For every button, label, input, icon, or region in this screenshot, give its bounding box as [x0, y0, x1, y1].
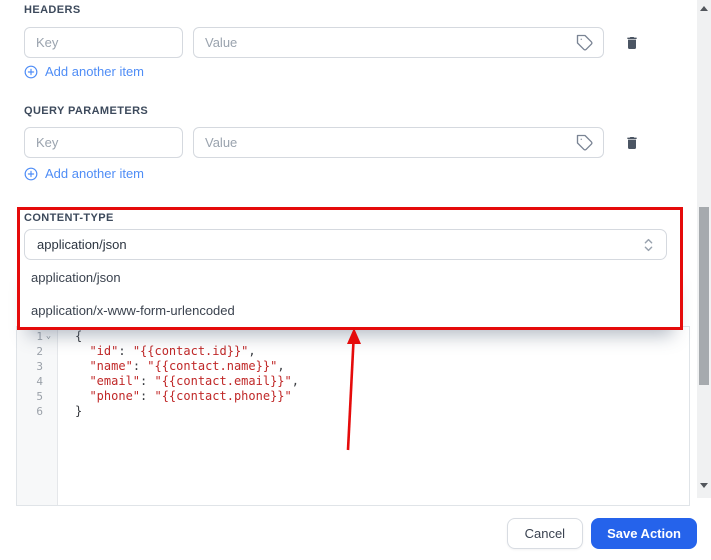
code-line: 4 "email": "{{contact.email}}",	[17, 374, 689, 389]
chevron-up-down-icon	[644, 238, 653, 251]
code-line: 6 }	[17, 404, 689, 419]
headers-row	[24, 27, 641, 58]
option-label: application/x-www-form-urlencoded	[31, 303, 235, 318]
query-value-input[interactable]	[193, 127, 604, 158]
query-params-row	[24, 127, 641, 158]
tag-icon[interactable]	[575, 33, 594, 52]
content-type-dropdown: application/json application/x-www-form-…	[20, 261, 681, 327]
query-key-input[interactable]	[24, 127, 183, 158]
dropdown-option-urlencoded[interactable]: application/x-www-form-urlencoded	[20, 294, 681, 327]
trash-icon[interactable]	[623, 133, 641, 153]
query-value-wrap	[193, 127, 604, 158]
dropdown-option-json[interactable]: application/json	[20, 261, 681, 294]
code-line: 2 "id": "{{contact.id}}",	[17, 344, 689, 359]
content-type-selected-value: application/json	[37, 237, 127, 252]
code-line: 5 "phone": "{{contact.phone}}"	[17, 389, 689, 404]
code-line: 1 ⌄ {	[17, 329, 689, 344]
line-number: 5	[36, 390, 43, 403]
line-number: 1	[36, 330, 43, 343]
caret-down-icon[interactable]: ⌄	[43, 329, 54, 344]
code-line: 3 "name": "{{contact.name}}",	[17, 359, 689, 374]
body-code-editor[interactable]: 1 ⌄ { 2 "id": "{{contact.id}}", 3 "name":…	[16, 326, 690, 506]
query-params-section-label: QUERY PARAMETERS	[24, 105, 149, 117]
headers-section-label: HEADERS	[24, 4, 81, 16]
scrollbar-thumb[interactable]	[699, 207, 709, 385]
line-number: 4	[36, 375, 43, 388]
line-number: 3	[36, 360, 43, 373]
line-number: 2	[36, 345, 43, 358]
plus-circle-icon	[24, 167, 38, 180]
trash-icon[interactable]	[623, 33, 641, 53]
editor-lines: 1 ⌄ { 2 "id": "{{contact.id}}", 3 "name":…	[17, 327, 689, 419]
headers-add-item-link[interactable]: Add another item	[24, 64, 144, 79]
add-item-label: Add another item	[45, 166, 145, 181]
query-add-item-link[interactable]: Add another item	[24, 166, 144, 181]
triangle-up-icon[interactable]	[700, 6, 708, 11]
plus-circle-icon	[24, 65, 38, 78]
headers-value-wrap	[193, 27, 604, 58]
headers-key-input[interactable]	[24, 27, 183, 58]
line-number: 6	[36, 405, 43, 418]
footer-actions: Cancel Save Action	[506, 518, 697, 549]
vertical-scrollbar[interactable]	[697, 0, 711, 498]
cancel-button[interactable]: Cancel	[506, 518, 584, 549]
headers-value-input[interactable]	[193, 27, 604, 58]
add-item-label: Add another item	[45, 64, 145, 79]
option-label: application/json	[31, 270, 121, 285]
content-type-section-label: CONTENT-TYPE	[24, 212, 114, 224]
action-editor-panel: HEADERS Add another item QUERY PARAMETER…	[0, 0, 711, 560]
save-action-button[interactable]: Save Action	[591, 518, 697, 549]
triangle-down-icon[interactable]	[700, 483, 708, 488]
content-type-select[interactable]: application/json	[24, 229, 667, 260]
tag-icon[interactable]	[575, 133, 594, 152]
